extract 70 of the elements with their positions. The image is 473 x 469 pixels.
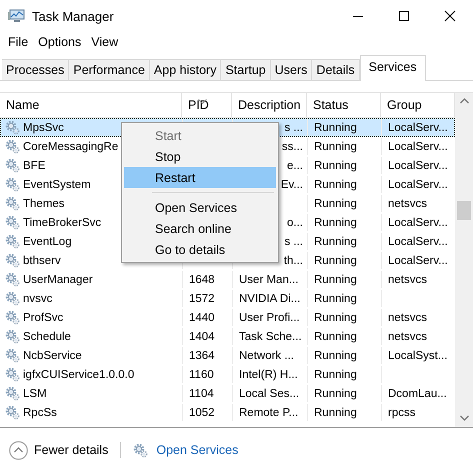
- table-cell: e...: [287, 160, 303, 172]
- service-name: igfxCUIService1.0.0.0: [23, 368, 134, 380]
- table-cell: 1440: [189, 312, 215, 324]
- service-name: ProfSvc: [23, 312, 64, 324]
- table-cell: o...: [287, 216, 303, 228]
- table-cell: LocalServ...: [388, 178, 448, 190]
- table-cell: Running: [314, 236, 357, 248]
- table-cell: Running: [314, 140, 357, 152]
- table-cell: 1364: [189, 350, 215, 362]
- table-cell: Running: [314, 388, 357, 400]
- table-cell: netsvcs: [388, 330, 427, 342]
- service-name: NcbService: [23, 350, 82, 362]
- service-name: Themes: [23, 198, 65, 210]
- table-cell: 1404: [189, 330, 215, 342]
- service-name: RpcSs: [23, 406, 57, 418]
- table-cell: rpcss: [388, 406, 416, 418]
- service-name: BFE: [23, 160, 46, 172]
- table-cell: NVIDIA Di...: [239, 292, 300, 304]
- table-cell: Running: [314, 350, 357, 362]
- table-cell: Running: [314, 216, 357, 228]
- service-name: Schedule: [23, 330, 71, 342]
- table-cell: Remote P...: [239, 406, 298, 418]
- table-cell: LocalServ...: [388, 140, 448, 152]
- table-cell: LocalServ...: [388, 160, 448, 172]
- table-cell: 1572: [189, 292, 215, 304]
- table-cell: Local Ses...: [239, 388, 300, 400]
- table-cell: Running: [314, 274, 357, 286]
- table-cell: Running: [314, 254, 357, 266]
- table-cell: LocalServ...: [388, 216, 448, 228]
- table-cell: Running: [314, 178, 357, 190]
- service-name: MpsSvc: [23, 122, 64, 134]
- table-cell: User Man...: [239, 274, 298, 286]
- table-cell: netsvcs: [388, 198, 427, 210]
- table-cell: 1052: [189, 406, 215, 418]
- table-cell: 1104: [189, 388, 214, 400]
- table-cell: LocalServ...: [388, 254, 448, 266]
- table-cell: s ...: [284, 236, 303, 248]
- service-name: EventSystem: [23, 178, 91, 190]
- table-cell: 1160: [189, 368, 214, 380]
- table-cell: netsvcs: [388, 274, 427, 286]
- service-name: nvsvc: [23, 292, 52, 304]
- service-name: CoreMessagingRe: [23, 140, 118, 152]
- table-cell: s ...: [284, 122, 303, 134]
- table-cell: Task Sche...: [239, 330, 302, 342]
- service-name: UserManager: [23, 274, 93, 286]
- table-cell: LocalSyst...: [388, 350, 448, 362]
- table-cell: Running: [314, 312, 357, 324]
- table-cell: ss...: [282, 140, 303, 152]
- table-cell: User Profi...: [239, 312, 300, 324]
- table-cell: Intel(R) H...: [239, 368, 298, 380]
- table-cell: Running: [314, 198, 357, 210]
- service-name: TimeBrokerSvc: [23, 216, 102, 228]
- table-cell: Network ...: [239, 350, 294, 362]
- table-cell: Running: [314, 406, 357, 418]
- service-name: EventLog: [23, 236, 72, 248]
- table-cell: LocalServ...: [388, 122, 448, 134]
- table-cell: Running: [314, 330, 357, 342]
- table-cell: Ev...: [280, 178, 303, 190]
- service-name: bthserv: [23, 254, 61, 266]
- table-cell: Running: [314, 122, 357, 134]
- service-name: LSM: [23, 388, 47, 400]
- table-cell: DcomLau...: [388, 388, 447, 400]
- table-cell: LocalServ...: [388, 236, 448, 248]
- table-cell: 1648: [189, 274, 215, 286]
- table-cell: th...: [284, 254, 303, 266]
- table-cell: Running: [314, 368, 357, 380]
- table-cell: netsvcs: [388, 312, 427, 324]
- table-cell: Running: [314, 292, 357, 304]
- table-cell: Running: [314, 160, 357, 172]
- window-title: Task Manager: [32, 8, 115, 24]
